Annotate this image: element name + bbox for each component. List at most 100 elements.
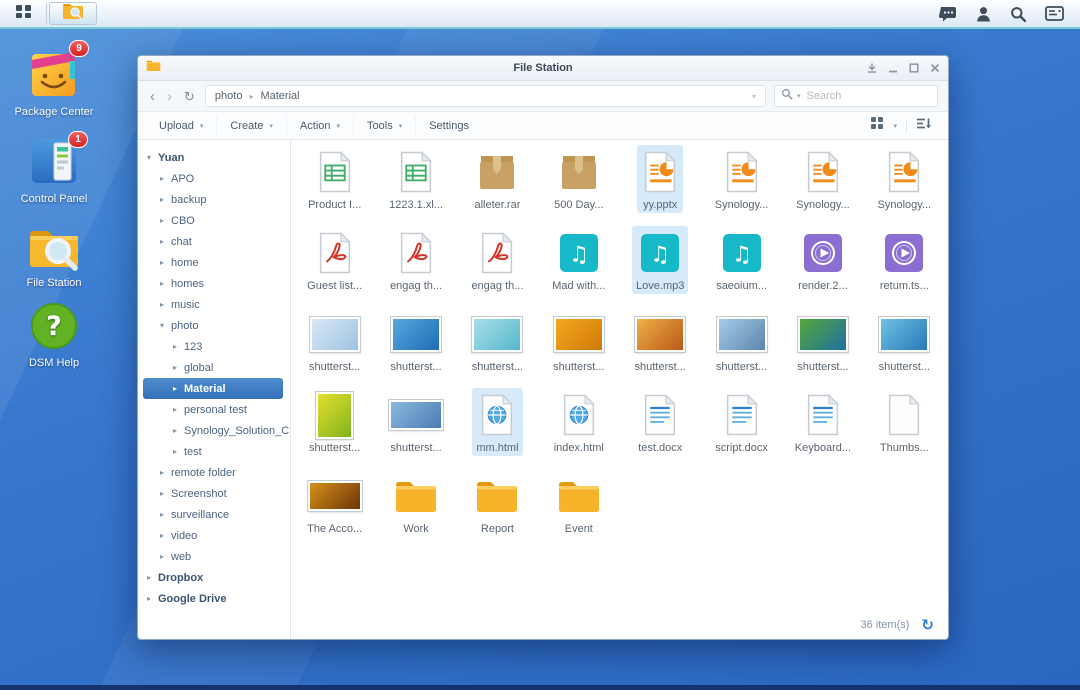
tools-button[interactable]: Tools ▾ (354, 116, 416, 136)
chevron-right-icon[interactable]: ▸ (160, 468, 171, 477)
sidebar-item-material[interactable]: ▸ Material (143, 378, 283, 399)
file-500-day[interactable]: 500 Day... (538, 145, 619, 226)
chevron-right-icon[interactable]: ▸ (173, 363, 184, 372)
chevron-right-icon[interactable]: ▸ (160, 489, 171, 498)
file-retum-ts[interactable]: retum.ts... (864, 226, 945, 307)
sidebar-item-backup[interactable]: ▸ backup (138, 189, 290, 210)
file-guest-list[interactable]: Guest list... (294, 226, 375, 307)
file-render-2[interactable]: render.2... (782, 226, 863, 307)
chevron-right-icon[interactable]: ▸ (160, 300, 171, 309)
minimize-window-button[interactable] (888, 63, 898, 73)
main-menu-button[interactable] (0, 0, 46, 27)
chevron-right-icon[interactable]: ▸ (173, 384, 184, 393)
chevron-right-icon[interactable]: ▸ (160, 531, 171, 540)
path-history-caret-icon[interactable]: ▾ (752, 92, 756, 101)
action-button[interactable]: Action ▾ (287, 116, 354, 136)
file-shutterst[interactable]: shutterst... (782, 307, 863, 388)
file-shutterst[interactable]: shutterst... (375, 388, 456, 469)
file-saeoium[interactable]: ♫ saeoium... (701, 226, 782, 307)
file-event[interactable]: Event (538, 469, 619, 550)
file-shutterst[interactable]: shutterst... (294, 388, 375, 469)
refresh-list-button[interactable]: ↻ (921, 618, 934, 633)
sidebar-item-cbo[interactable]: ▸ CBO (138, 210, 290, 231)
sidebar-item-google-drive[interactable]: ▸ Google Drive (138, 588, 290, 609)
grid-view-button[interactable] (870, 116, 884, 135)
chevron-right-icon[interactable]: ▸ (173, 405, 184, 414)
desktop-icon-control-panel[interactable]: 1 Control Panel (10, 135, 98, 206)
chevron-right-icon[interactable]: ▸ (160, 258, 171, 267)
search-box[interactable]: ▾ (774, 85, 938, 107)
file-shutterst[interactable]: shutterst... (375, 307, 456, 388)
close-window-button[interactable] (930, 63, 940, 73)
search-scope-caret-icon[interactable]: ▾ (797, 92, 801, 100)
sidebar-item-yuan[interactable]: ▾ Yuan (138, 147, 290, 168)
chevron-right-icon[interactable]: ▸ (160, 237, 171, 246)
file-index-html[interactable]: index.html (538, 388, 619, 469)
window-titlebar[interactable]: File Station (138, 56, 948, 81)
chevron-right-icon[interactable]: ▸ (173, 342, 184, 351)
notifications-icon[interactable] (939, 6, 957, 22)
file-mm-html[interactable]: mm.html (457, 388, 538, 469)
file-test-docx[interactable]: test.docx (620, 388, 701, 469)
pin-window-button[interactable] (867, 63, 877, 73)
sidebar-item-apo[interactable]: ▸ APO (138, 168, 290, 189)
chevron-right-icon[interactable]: ▸ (160, 216, 171, 225)
upload-button[interactable]: Upload ▾ (146, 116, 217, 136)
file-shutterst[interactable]: shutterst... (294, 307, 375, 388)
breadcrumb-material[interactable]: Material (260, 90, 299, 102)
sidebar-item-global[interactable]: ▸ global (138, 357, 290, 378)
sidebar-item-home[interactable]: ▸ home (138, 252, 290, 273)
file-love-mp3[interactable]: ♫ Love.mp3 (620, 226, 701, 307)
sidebar-item-photo[interactable]: ▾ photo (138, 315, 290, 336)
sidebar-item-surveillance[interactable]: ▸ surveillance (138, 504, 290, 525)
sidebar-item-music[interactable]: ▸ music (138, 294, 290, 315)
sidebar-item-test[interactable]: ▸ test (138, 441, 290, 462)
file-yy-pptx[interactable]: yy.pptx (620, 145, 701, 226)
desktop-icon-package-center[interactable]: 9 Package Center (10, 44, 98, 119)
file-report[interactable]: Report (457, 469, 538, 550)
search-input[interactable] (805, 89, 904, 103)
file-shutterst[interactable]: shutterst... (538, 307, 619, 388)
file-shutterst[interactable]: shutterst... (457, 307, 538, 388)
file-synology[interactable]: Synology... (782, 145, 863, 226)
sidebar-item-remote-folder[interactable]: ▸ remote folder (138, 462, 290, 483)
chevron-right-icon[interactable]: ▸ (160, 195, 171, 204)
file-shutterst[interactable]: shutterst... (620, 307, 701, 388)
breadcrumb-photo[interactable]: photo (215, 90, 243, 102)
chevron-right-icon[interactable]: ▸ (147, 573, 158, 582)
chevron-right-icon[interactable]: ▸ (160, 552, 171, 561)
forward-button[interactable]: › (165, 89, 174, 104)
file-station-task-button[interactable] (49, 2, 97, 25)
file-synology[interactable]: Synology... (701, 145, 782, 226)
chevron-right-icon[interactable]: ▸ (147, 594, 158, 603)
maximize-window-button[interactable] (909, 63, 919, 73)
file-work[interactable]: Work (375, 469, 456, 550)
desktop-icon-file-station[interactable]: File Station (10, 224, 98, 290)
chevron-right-icon[interactable]: ▸ (160, 510, 171, 519)
file-script-docx[interactable]: script.docx (701, 388, 782, 469)
chevron-right-icon[interactable]: ▸ (173, 447, 184, 456)
create-button[interactable]: Create ▾ (217, 116, 287, 136)
file-shutterst[interactable]: shutterst... (864, 307, 945, 388)
file-thumbs[interactable]: Thumbs... (864, 388, 945, 469)
desktop-icon-dsm-help[interactable]: ? DSM Help (10, 301, 98, 370)
sidebar-item-screenshot[interactable]: ▸ Screenshot (138, 483, 290, 504)
chevron-right-icon[interactable]: ▸ (173, 426, 184, 435)
sort-button[interactable] (916, 117, 932, 135)
file-1223-1-xl[interactable]: 1223.1.xl... (375, 145, 456, 226)
file-engag-th[interactable]: engag th... (457, 226, 538, 307)
search-icon[interactable] (1010, 6, 1026, 22)
file-shutterst[interactable]: shutterst... (701, 307, 782, 388)
sidebar-item-web[interactable]: ▸ web (138, 546, 290, 567)
file-keyboard[interactable]: Keyboard... (782, 388, 863, 469)
file-synology[interactable]: Synology... (864, 145, 945, 226)
sidebar-item-personal-test[interactable]: ▸ personal test (138, 399, 290, 420)
sidebar-item-dropbox[interactable]: ▸ Dropbox (138, 567, 290, 588)
breadcrumb[interactable]: photo▸ Material▾ (205, 85, 766, 107)
file-engag-th[interactable]: engag th... (375, 226, 456, 307)
chevron-right-icon[interactable]: ▸ (160, 279, 171, 288)
sidebar-item-chat[interactable]: ▸ chat (138, 231, 290, 252)
file-mad-with[interactable]: ♫ Mad with... (538, 226, 619, 307)
refresh-button[interactable]: ↻ (182, 90, 197, 103)
back-button[interactable]: ‹ (148, 89, 157, 104)
